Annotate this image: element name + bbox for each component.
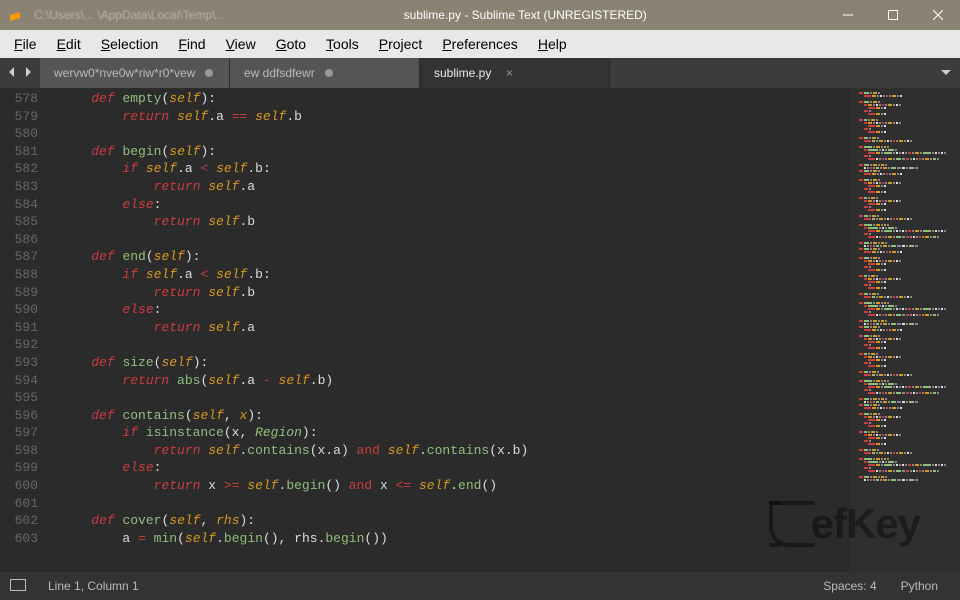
menu-project[interactable]: Project [369,36,433,52]
tab-label: wervw0*nve0w*riw*r0*vew [54,66,195,80]
nav-arrows [0,58,40,88]
menu-goto[interactable]: Goto [266,36,316,52]
code-area[interactable]: def empty(self): return self.a == self.b… [48,88,850,572]
window-title: sublime.py - Sublime Text (UNREGISTERED) [225,8,825,22]
dropdown-icon[interactable] [940,66,952,81]
menu-file[interactable]: File [4,36,47,52]
minimap[interactable] [850,88,960,572]
window-controls [825,0,960,30]
title-path: C:\Users\... \AppData\Local\Temp\... [34,8,225,22]
tab-ew-ddfsdfewr[interactable]: ew ddfsdfewr [230,58,420,88]
app-icon [0,7,30,23]
statusbar: Line 1, Column 1 Spaces: 4 Python [0,572,960,600]
menu-view[interactable]: View [216,36,266,52]
tab-label: ew ddfsdfewr [244,66,315,80]
tab-row: wervw0*nve0w*riw*r0*vew ew ddfsdfewr subli… [0,58,960,88]
tab-overflow [610,58,960,88]
menu-edit[interactable]: Edit [47,36,91,52]
maximize-button[interactable] [870,0,915,30]
status-position[interactable]: Line 1, Column 1 [36,579,151,593]
dirty-indicator-icon [205,69,213,77]
tab-wervw0-nve0w-riw-r0-vew[interactable]: wervw0*nve0w*riw*r0*vew [40,58,230,88]
menu-preferences[interactable]: Preferences [432,36,528,52]
tab-sublime-py[interactable]: sublime.py × [420,58,610,88]
status-spaces[interactable]: Spaces: 4 [811,579,888,593]
menu-tools[interactable]: Tools [316,36,369,52]
panel-switcher-icon[interactable] [10,579,26,594]
minimize-button[interactable] [825,0,870,30]
close-tab-icon[interactable]: × [501,66,517,80]
close-button[interactable] [915,0,960,30]
status-language[interactable]: Python [889,579,950,593]
nav-back-icon[interactable] [6,66,18,81]
menu-help[interactable]: Help [528,36,577,52]
dirty-indicator-icon [325,69,333,77]
tab-label: sublime.py [434,66,491,80]
nav-forward-icon[interactable] [22,66,34,81]
titlebar: C:\Users\... \AppData\Local\Temp\... sub… [0,0,960,30]
menu-selection[interactable]: Selection [91,36,169,52]
menubar: FileEditSelectionFindViewGotoToolsProjec… [0,30,960,58]
line-gutter: 5785795805815825835845855865875885895905… [0,88,48,572]
editor: 5785795805815825835845855865875885895905… [0,88,960,572]
menu-find[interactable]: Find [168,36,215,52]
